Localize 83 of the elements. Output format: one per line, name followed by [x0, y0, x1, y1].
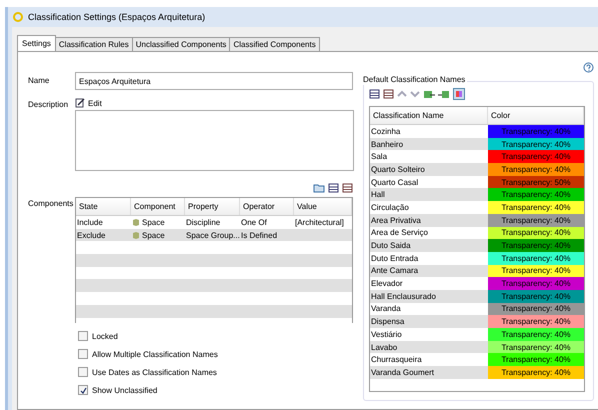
remove-row-icon[interactable]: [342, 183, 353, 193]
remove-row-icon[interactable]: [383, 89, 394, 99]
color-cell[interactable]: Transparency: 40%: [488, 302, 584, 316]
add-row-icon[interactable]: [369, 89, 380, 99]
table-cell-text: Duto Saida: [370, 240, 412, 252]
color-cell[interactable]: Transparency: 40%: [488, 226, 584, 240]
tab[interactable]: Classified Components: [229, 37, 320, 52]
table-cell-text: Varanda: [370, 303, 402, 316]
table-cell-text: Cozinha: [370, 126, 402, 138]
tab[interactable]: Classification Rules: [54, 37, 133, 52]
tab[interactable]: Unclassified Components: [132, 37, 230, 52]
table-cell-text: Area Privativa: [370, 214, 422, 226]
column-header[interactable]: Value: [294, 198, 352, 215]
table-cell-text: Varanda Goumert: [370, 366, 435, 379]
option-checkbox[interactable]: Locked: [78, 331, 353, 341]
option-checkbox[interactable]: Use Dates as Classification Names: [78, 367, 353, 377]
column-header[interactable]: Color: [488, 107, 584, 124]
color-cell[interactable]: Transparency: 40%: [488, 188, 584, 202]
color-cell[interactable]: Transparency: 40%: [488, 315, 584, 328]
column-header[interactable]: Property: [185, 198, 240, 215]
column-header[interactable]: Classification Name: [370, 107, 488, 124]
table-cell-text: Circulação: [370, 202, 410, 214]
table-cell-text: Area de Serviço: [370, 227, 429, 240]
table-cell-text: Duto Entrada: [370, 252, 420, 265]
table-cell-text: Discipline: [185, 216, 222, 229]
table-cell-text: Sala: [370, 151, 388, 164]
color-cell[interactable]: Transparency: 40%: [488, 353, 584, 366]
help-icon[interactable]: [583, 62, 594, 73]
table-cell: Space: [131, 216, 185, 229]
column-header[interactable]: Component: [131, 198, 185, 215]
table-cell-text: Quarto Solteiro: [370, 164, 426, 176]
color-cell[interactable]: Transparency: 40%: [488, 239, 584, 252]
color-cell[interactable]: Transparency: 40%: [488, 163, 584, 176]
table-cell-text: Quarto Casal: [370, 176, 420, 188]
color-cell[interactable]: Transparency: 40%: [488, 214, 584, 226]
column-header[interactable]: State: [76, 198, 131, 215]
table-cell-text: Is Defined: [240, 230, 278, 242]
color-cell[interactable]: Transparency: 40%: [488, 201, 584, 214]
import-icon[interactable]: [423, 90, 435, 98]
color-cell[interactable]: Transparency: 40%: [488, 150, 584, 164]
field-label: Name: [28, 75, 50, 85]
color-cell[interactable]: Transparency: 40%: [488, 138, 584, 150]
table-cell-text: Include: [76, 216, 104, 229]
edit-button[interactable]: Edit: [75, 96, 102, 110]
color-cell[interactable]: Transparency: 40%: [488, 290, 584, 303]
table-cell-text: Hall Enclausurado: [370, 290, 437, 303]
table-cell-text: Dispensa: [370, 316, 406, 328]
color-grid-icon[interactable]: [453, 88, 465, 100]
option-checkbox[interactable]: Show Unclassified: [78, 385, 353, 395]
edit-icon: [75, 98, 85, 108]
table-cell-text: Exclude: [76, 230, 106, 242]
table-cell-text: Ante Camara: [370, 265, 420, 278]
table-cell-text: Elevador: [370, 278, 404, 290]
app-icon: [13, 12, 23, 22]
export-icon[interactable]: [438, 90, 450, 98]
table-cell-text: One Of: [240, 216, 268, 229]
option-checkbox[interactable]: Allow Multiple Classification Names: [78, 349, 353, 359]
color-cell[interactable]: Transparency: 40%: [488, 340, 584, 354]
table-cell-text: [Architectural]: [294, 216, 345, 229]
table-cell-text: Hall: [370, 189, 386, 202]
column-header[interactable]: Operator: [240, 198, 294, 215]
table-cell-text: Banheiro: [370, 138, 404, 150]
tab[interactable]: Settings: [17, 35, 56, 52]
table-cell: Space: [131, 228, 185, 242]
window-title: Classification Settings (Espaços Arquitetura): [28, 12, 206, 22]
folder-icon[interactable]: [313, 183, 325, 193]
color-cell[interactable]: Transparency: 40%: [488, 366, 584, 379]
color-cell[interactable]: Transparency: 40%: [488, 328, 584, 341]
add-row-icon[interactable]: [328, 183, 339, 193]
table-cell-text: Churrasqueira: [370, 354, 423, 366]
color-cell[interactable]: Transparency: 40%: [488, 264, 584, 278]
color-cell[interactable]: Transparency: 40%: [488, 252, 584, 265]
field-label: Components: [28, 198, 74, 208]
table-cell-text: Lavabo: [370, 342, 398, 354]
color-cell[interactable]: Transparency: 40%: [488, 277, 584, 290]
table-cell-text: Vestiário: [370, 328, 403, 341]
field-label: Description: [28, 99, 70, 109]
table-cell-text: Space Group...: [185, 230, 240, 242]
check-mark-icon: [80, 386, 86, 394]
group-title: Default Classification Names: [363, 75, 468, 85]
name-field[interactable]: Espaços Arquitetura: [75, 72, 353, 90]
description-field[interactable]: [75, 110, 354, 171]
color-cell[interactable]: Transparency: 50%: [488, 176, 584, 188]
